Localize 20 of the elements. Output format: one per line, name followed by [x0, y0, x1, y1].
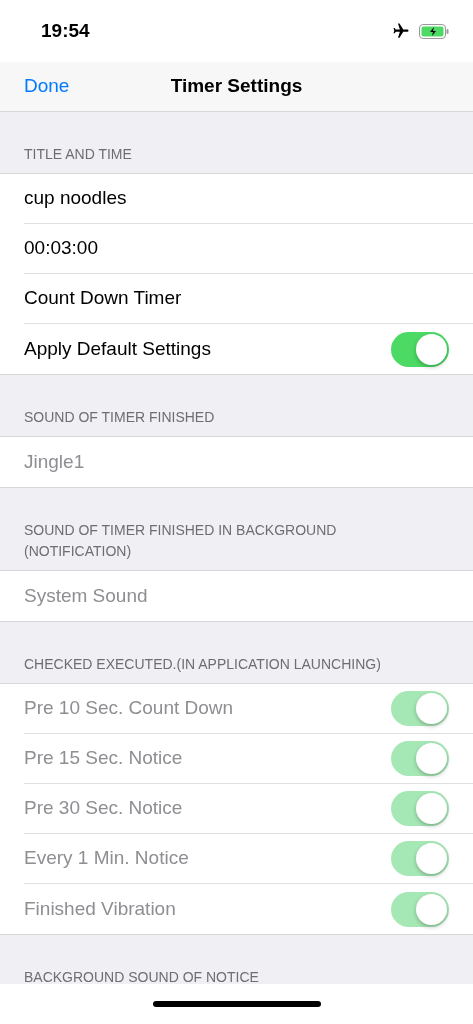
- row-label: Pre 30 Sec. Notice: [24, 796, 183, 821]
- airplane-icon: [391, 22, 411, 40]
- section-header: BACKGROUND SOUND OF NOTICE: [24, 968, 260, 984]
- row-label: Pre 10 Sec. Count Down: [24, 696, 234, 721]
- done-button[interactable]: Done: [24, 72, 70, 101]
- nav-title: Timer Settings: [170, 74, 303, 99]
- row-label: Finished Vibration: [24, 896, 176, 921]
- row-label[interactable]: cup noodles: [24, 184, 127, 213]
- row-label: Apply Default Settings: [24, 336, 211, 361]
- row-label[interactable]: 00:03:00: [24, 234, 98, 263]
- battery-icon: [419, 23, 449, 39]
- row-label: Every 1 Min. Notice: [24, 846, 189, 871]
- row-label[interactable]: Count Down Timer: [24, 284, 182, 313]
- toggle-switch[interactable]: [391, 331, 449, 367]
- section-header: TITLE AND TIME: [24, 145, 133, 164]
- section-header: SOUND OF TIMER FINISHED: [24, 408, 216, 427]
- section-header: SOUND OF TIMER FINISHED IN BACKGROUND (NOTIFICATION): [24, 521, 338, 561]
- section-header: CHECKED EXECUTED.(IN APPLICATION LAUNCHING): [24, 655, 382, 674]
- row-label: Pre 15 Sec. Notice: [24, 746, 183, 771]
- status-time: 19:54: [41, 18, 90, 43]
